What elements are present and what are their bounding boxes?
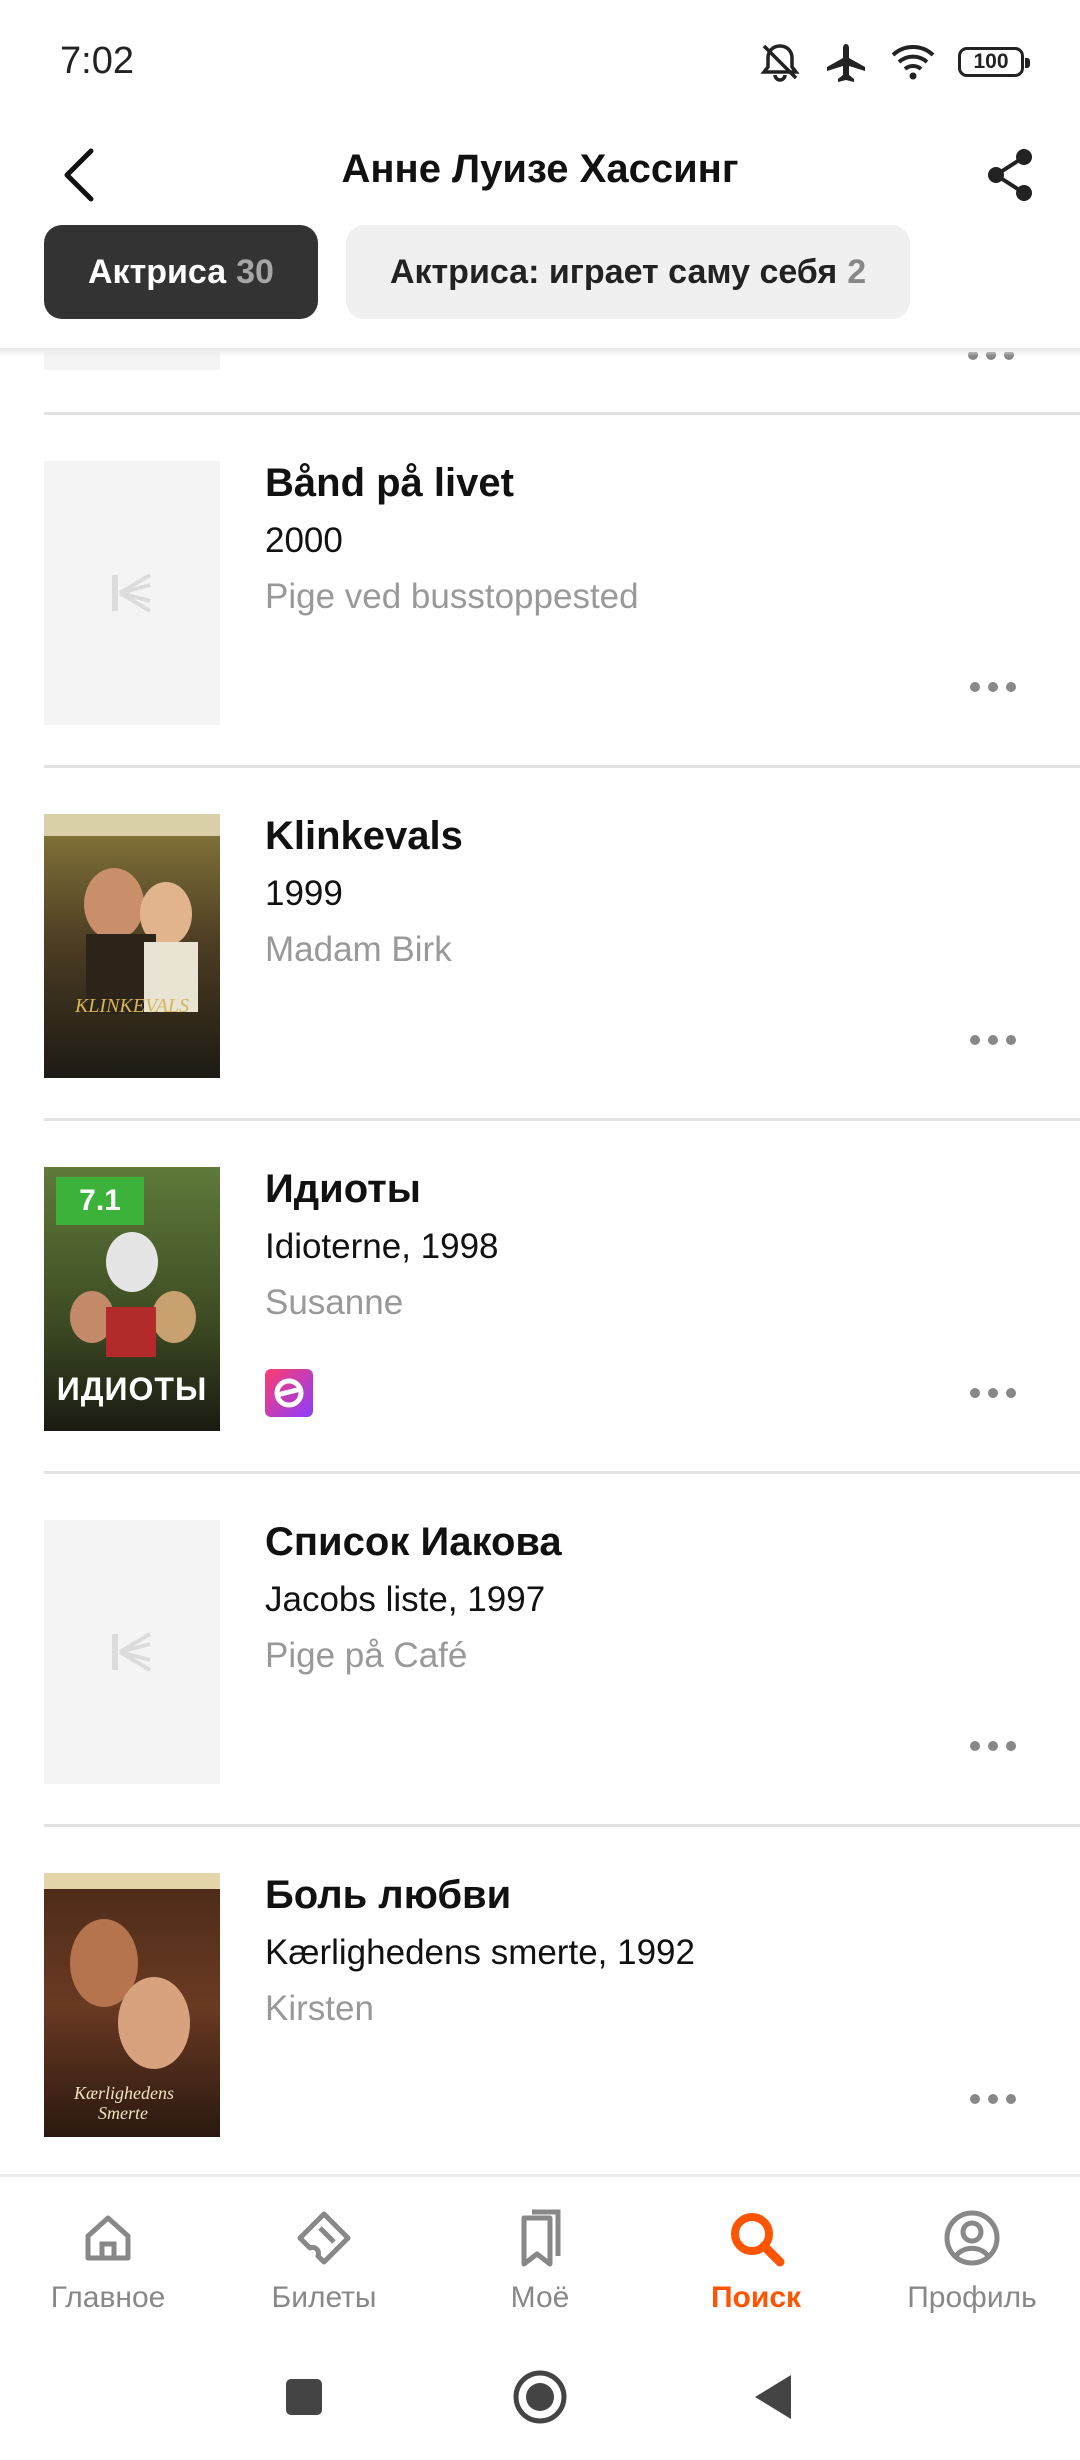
tab-actress[interactable]: Актриса 30	[44, 225, 318, 319]
nav-label: Моё	[510, 2281, 570, 2314]
nav-item-tickets[interactable]: Билеты	[216, 2177, 432, 2334]
poster-title: ИДИОТЫ	[56, 1371, 208, 1407]
airplane-icon	[824, 42, 868, 82]
svg-text:Smerte: Smerte	[98, 2103, 148, 2123]
film-year: Kærlighedens smerte, 1992	[265, 1933, 695, 1972]
poster-placeholder	[44, 1520, 220, 1784]
more-button[interactable]	[958, 2085, 1028, 2113]
more-button[interactable]	[958, 1732, 1028, 1760]
poster-image: KLINKEVALS	[44, 814, 220, 1078]
film-role: Kirsten	[265, 1989, 374, 2028]
status-icons: 100	[758, 42, 1030, 82]
mute-icon	[758, 42, 802, 82]
film-title: Боль любви	[265, 1873, 512, 1917]
nav-label: Поиск	[710, 2281, 802, 2314]
triangle-back-icon	[755, 2375, 791, 2419]
film-item[interactable]: Bånd på livet 2000 Pige ved busstoppeste…	[0, 415, 1080, 767]
system-nav-bar	[0, 2334, 1080, 2460]
home-system-button[interactable]	[505, 2362, 575, 2432]
tab-count: 2	[847, 252, 867, 291]
film-year: Idioterne, 1998	[265, 1227, 499, 1266]
more-button[interactable]	[958, 1026, 1028, 1054]
bottom-nav: Главное Билеты Моё Поиск Профиль	[0, 2174, 1080, 2334]
film-item[interactable]: Список Иакова Jacobs liste, 1997 Pige på…	[0, 1474, 1080, 1826]
film-role: Pige på Café	[265, 1636, 468, 1675]
more-dots-icon	[970, 1035, 1016, 1045]
back-system-button[interactable]	[738, 2362, 808, 2432]
more-button[interactable]	[958, 673, 1028, 701]
more-dots-icon	[970, 1741, 1016, 1751]
share-button[interactable]	[970, 135, 1050, 215]
bookmark-icon	[512, 2205, 568, 2271]
back-arrow-icon	[64, 148, 94, 202]
home-icon	[80, 2205, 136, 2271]
film-item[interactable]: KLINKEVALS Klinkevals 1999 Madam Birk	[0, 768, 1080, 1120]
filmography-list[interactable]: Bånd på livet 2000 Pige ved busstoppeste…	[0, 352, 1080, 2174]
film-year: 1999	[265, 874, 343, 913]
tab-count: 30	[236, 252, 274, 291]
header: Анне Луизе Хассинг	[0, 125, 1080, 225]
film-year: 2000	[265, 521, 343, 560]
screen: 7:02 100 Анне Луизе Хассинг Актриса 30 А…	[0, 0, 1080, 2460]
film-role: Susanne	[265, 1283, 404, 1322]
share-icon	[988, 149, 1032, 201]
battery-icon: 100	[958, 47, 1030, 77]
tab-actress-self[interactable]: Актриса: играет саму себя 2	[345, 225, 911, 319]
search-icon	[726, 2205, 786, 2271]
header-shadow	[0, 348, 1080, 356]
nav-item-profile[interactable]: Профиль	[864, 2177, 1080, 2334]
wifi-icon	[890, 43, 936, 81]
more-dots-icon	[970, 682, 1016, 692]
poster-image: 7.1 ИДИОТЫ	[44, 1167, 220, 1431]
nav-label: Билеты	[271, 2281, 377, 2314]
nav-item-mine[interactable]: Моё	[432, 2177, 648, 2334]
more-dots-icon	[970, 2094, 1016, 2104]
tab-label: Актриса	[88, 252, 227, 291]
circle-icon	[513, 2370, 567, 2424]
more-button[interactable]	[958, 1379, 1028, 1407]
poster-image: Kærlighedens Smerte	[44, 1873, 220, 2137]
page-title: Анне Луизе Хассинг	[341, 147, 739, 191]
role-tabs: Актриса 30 Актриса: играет саму себя 2	[44, 225, 911, 319]
kinopoisk-logo-icon	[112, 1632, 152, 1672]
status-bar: 7:02 100	[0, 0, 1080, 125]
kinopoisk-logo-icon	[112, 573, 152, 613]
svg-text:Kærlighedens: Kærlighedens	[73, 2083, 174, 2103]
status-time: 7:02	[60, 40, 134, 82]
film-item[interactable]: Kærlighedens Smerte Боль любви Kærlighed…	[0, 1827, 1080, 2174]
film-title: Bånd på livet	[265, 461, 514, 505]
rating-badge: 7.1	[56, 1177, 144, 1225]
film-title: Идиоты	[265, 1167, 421, 1211]
film-title: Список Иакова	[265, 1520, 562, 1564]
square-icon	[286, 2379, 322, 2415]
back-button[interactable]	[44, 135, 114, 215]
svg-text:KLINKEVALS: KLINKEVALS	[74, 995, 189, 1017]
film-title: Klinkevals	[265, 814, 463, 858]
nav-item-search[interactable]: Поиск	[648, 2177, 864, 2334]
recents-button[interactable]	[269, 2362, 339, 2432]
tab-label: Актриса: играет саму себя	[389, 252, 838, 291]
nav-label: Профиль	[907, 2281, 1037, 2314]
film-year: Jacobs liste, 1997	[265, 1580, 546, 1619]
ticket-icon	[294, 2205, 354, 2271]
film-role: Pige ved busstoppested	[265, 577, 639, 616]
nav-item-home[interactable]: Главное	[0, 2177, 216, 2334]
nav-label: Главное	[50, 2281, 166, 2314]
more-dots-icon	[970, 1388, 1016, 1398]
streaming-service-icon	[265, 1369, 313, 1417]
profile-icon	[942, 2205, 1002, 2271]
film-item[interactable]: 7.1 ИДИОТЫ Идиоты Idioterne, 1998 Susann…	[0, 1121, 1080, 1473]
film-role: Madam Birk	[265, 930, 452, 969]
poster-placeholder	[44, 461, 220, 725]
